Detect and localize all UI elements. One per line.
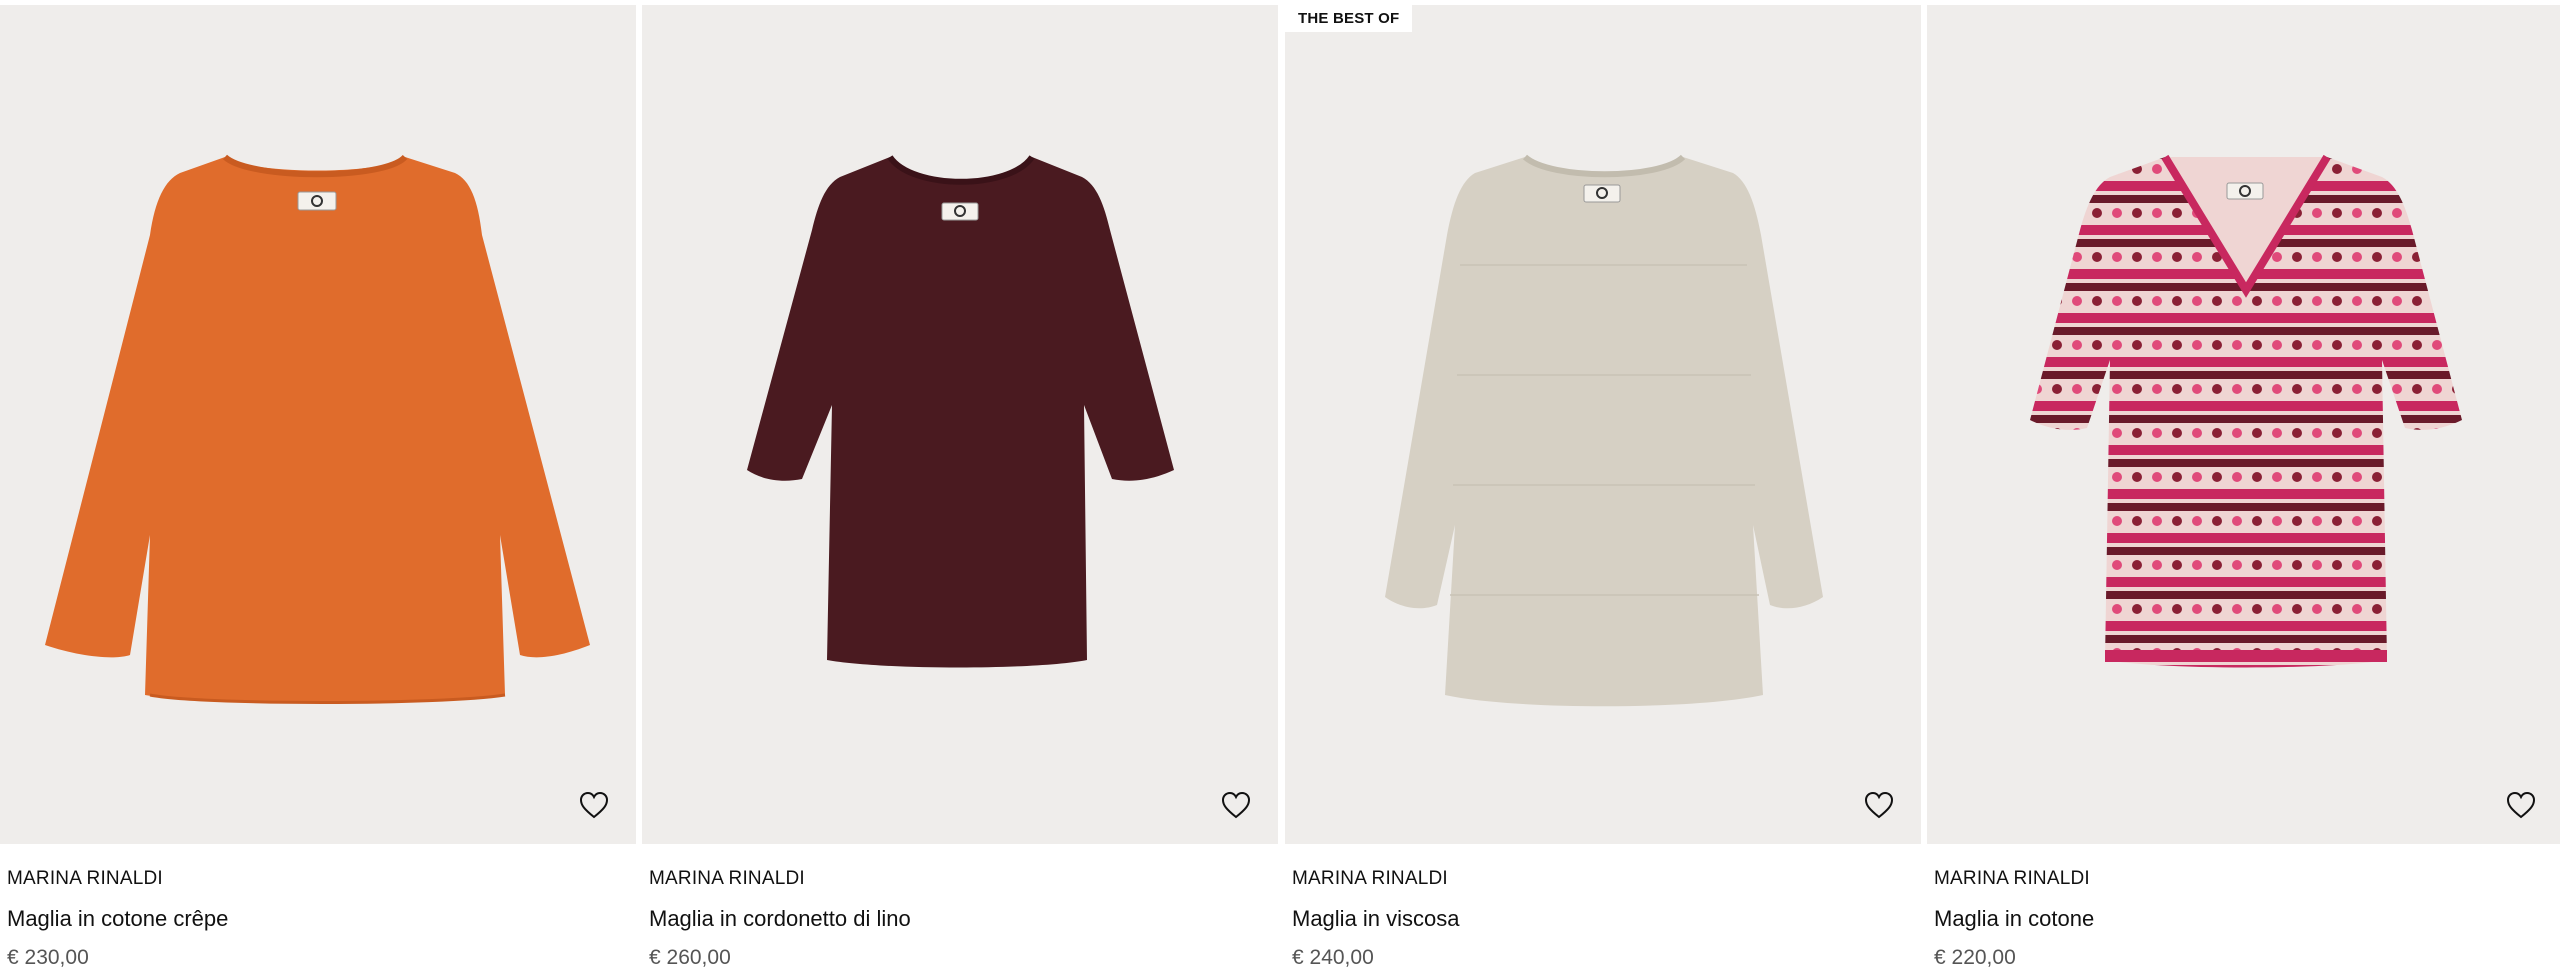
product-price: € 240,00 bbox=[1292, 946, 1374, 969]
product-image[interactable] bbox=[1927, 5, 2560, 844]
product-card[interactable]: MARINA RINALDI Maglia in cotone € 220,00 bbox=[1927, 5, 2560, 971]
product-name[interactable]: Maglia in cordonetto di lino bbox=[649, 906, 1278, 932]
product-card[interactable]: MARINA RINALDI Maglia in cotone crêpe € … bbox=[0, 5, 636, 971]
product-brand: MARINA RINALDI bbox=[649, 868, 805, 889]
product-image[interactable]: THE BEST OF bbox=[1285, 5, 1921, 844]
product-info: MARINA RINALDI Maglia in cotone crêpe € … bbox=[0, 868, 636, 971]
product-name[interactable]: Maglia in cotone bbox=[1934, 906, 2560, 932]
product-card[interactable]: MARINA RINALDI Maglia in cordonetto di l… bbox=[642, 5, 1278, 971]
product-brand: MARINA RINALDI bbox=[1292, 868, 1448, 889]
wishlist-heart-icon[interactable] bbox=[1863, 790, 1895, 820]
beige-knit-image bbox=[1385, 154, 1823, 707]
product-image[interactable] bbox=[0, 5, 636, 844]
wishlist-heart-icon[interactable] bbox=[578, 790, 610, 820]
product-brand: MARINA RINALDI bbox=[7, 868, 163, 889]
product-image[interactable] bbox=[642, 5, 1278, 844]
product-price: € 230,00 bbox=[7, 946, 89, 969]
product-brand: MARINA RINALDI bbox=[1934, 868, 2090, 889]
product-name[interactable]: Maglia in viscosa bbox=[1292, 906, 1921, 932]
product-name[interactable]: Maglia in cotone crêpe bbox=[7, 906, 636, 932]
product-info: MARINA RINALDI Maglia in viscosa € 240,0… bbox=[1285, 868, 1921, 971]
product-grid: MARINA RINALDI Maglia in cotone crêpe € … bbox=[0, 5, 2560, 979]
wishlist-heart-icon[interactable] bbox=[2505, 790, 2537, 820]
product-price: € 220,00 bbox=[1934, 946, 2016, 969]
crochet-top-image bbox=[2030, 154, 2462, 668]
wishlist-heart-icon[interactable] bbox=[1220, 790, 1252, 820]
product-card[interactable]: THE BEST OF MARINA RINALDI Maglia in vis… bbox=[1285, 5, 1921, 971]
product-info: MARINA RINALDI Maglia in cotone € 220,00 bbox=[1927, 868, 2560, 971]
orange-sweater-image bbox=[45, 154, 590, 704]
product-price: € 260,00 bbox=[649, 946, 731, 969]
burgundy-tee-image bbox=[747, 155, 1174, 668]
product-info: MARINA RINALDI Maglia in cordonetto di l… bbox=[642, 868, 1278, 971]
